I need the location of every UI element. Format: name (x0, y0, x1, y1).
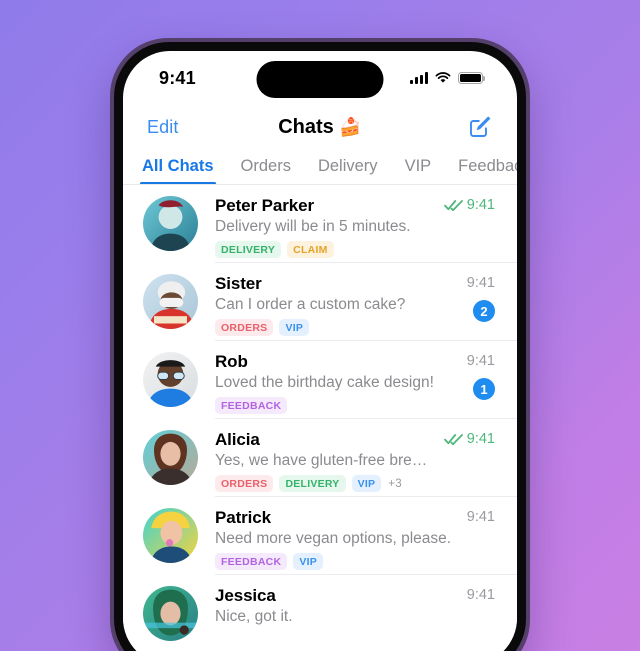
phone-bezel: 9:41 Edit Chats 🍰 All Chats Orders Deliv… (114, 42, 526, 651)
compose-button[interactable] (467, 114, 493, 140)
chat-tag: VIP (293, 553, 324, 570)
chat-row-meta: 9:41 (467, 508, 495, 525)
chat-timestamp: 9:41 (466, 509, 495, 525)
chat-row[interactable]: Jessica Nice, got it. 9:41 (123, 575, 517, 651)
chat-tag: FEEDBACK (215, 397, 288, 414)
chat-timestamp: 9:41 (466, 587, 495, 603)
chat-row-body: Jessica Nice, got it. (215, 586, 459, 627)
chat-row-body: Peter Parker Delivery will be in 5 minute… (215, 196, 436, 258)
chat-row-body: Sister Can I order a custom cake? ORDERS VI… (215, 274, 459, 336)
status-bar-indicators (409, 71, 486, 85)
chat-preview-message: Need more vegan options, please. (215, 530, 452, 547)
chat-status-line: 9:41 (467, 509, 495, 525)
double-check-icon (443, 199, 463, 211)
chat-row-meta: 9:41 1 (467, 352, 495, 400)
avatar (143, 196, 198, 251)
tab-all-chats[interactable]: All Chats (140, 157, 216, 185)
chat-preview-message: Nice, got it. (215, 608, 293, 625)
chat-status-line: 9:41 (443, 197, 495, 213)
chat-tag-list: FEEDBACK (215, 397, 459, 414)
chat-row-meta: 9:41 (467, 586, 495, 603)
chat-preview-message: Loved the birthday cake design! (215, 374, 434, 391)
avatar (143, 586, 198, 641)
chat-filter-tabs[interactable]: All ChatsOrdersDeliveryVIPFeedbackE (123, 151, 517, 185)
chat-list: Peter Parker Delivery will be in 5 minute… (123, 185, 517, 651)
avatar (143, 274, 198, 329)
unread-count-badge: 2 (473, 300, 495, 322)
chat-row-body: Alicia Yes, we have gluten-free bread ava… (215, 430, 436, 492)
compose-pencil-icon (470, 116, 491, 137)
chat-tag-list: ORDERS VIP (215, 319, 459, 336)
chat-tag: VIP (279, 319, 310, 336)
chat-row-body: Rob Loved the birthday cake design! FEEDBA… (215, 352, 459, 414)
chat-contact-name: Patrick (215, 508, 272, 527)
status-bar: 9:41 (123, 51, 517, 103)
chat-contact-name: Rob (215, 352, 248, 371)
unread-count-badge: 1 (473, 378, 495, 400)
chat-preview-message: Delivery will be in 5 minutes. (215, 218, 411, 235)
chat-tag: CLAIM (287, 241, 334, 258)
chat-row-meta: 9:41 (443, 196, 495, 213)
chat-tag-list: DELIVERY CLAIM (215, 241, 436, 258)
chat-tag-list: ORDERS DELIVERY VIP +3 (215, 475, 436, 492)
chat-timestamp: 9:41 (466, 431, 495, 447)
chat-row[interactable]: Patrick Need more vegan options, please. F… (123, 497, 517, 575)
chat-status-line: 9:41 (467, 353, 495, 369)
avatar (143, 508, 198, 563)
chat-row[interactable]: Alicia Yes, we have gluten-free bread ava… (123, 419, 517, 497)
chat-row-meta: 9:41 2 (467, 274, 495, 322)
double-check-icon (443, 433, 463, 445)
chat-contact-name: Sister (215, 274, 262, 293)
chat-tag-overflow: +3 (388, 477, 402, 490)
chat-contact-name: Peter Parker (215, 196, 314, 215)
wifi-icon (435, 72, 451, 84)
phone-device-frame: 9:41 Edit Chats 🍰 All Chats Orders Deliv… (110, 38, 530, 651)
chat-tag: ORDERS (215, 475, 274, 492)
status-bar-time: 9:41 (159, 67, 196, 88)
tab-orders[interactable]: Orders (240, 157, 292, 185)
chat-timestamp: 9:41 (466, 197, 495, 213)
chat-row-meta: 9:41 (443, 430, 495, 447)
tab-vip[interactable]: VIP (404, 157, 433, 185)
chat-tag: DELIVERY (215, 241, 282, 258)
chat-tag: VIP (351, 475, 382, 492)
chat-timestamp: 9:41 (466, 275, 495, 291)
chat-tag: ORDERS (215, 319, 274, 336)
chat-preview-message: Can I order a custom cake? (215, 296, 406, 313)
chat-contact-name: Alicia (215, 430, 260, 449)
chat-tag: FEEDBACK (215, 553, 288, 570)
chat-row[interactable]: Rob Loved the birthday cake design! FEEDBA… (123, 341, 517, 419)
avatar (143, 352, 198, 407)
chat-preview-message: Yes, we have gluten-free bread available… (215, 452, 436, 469)
page-title: Chats 🍰 (123, 116, 517, 139)
phone-screen: 9:41 Edit Chats 🍰 All Chats Orders Deliv… (123, 51, 517, 651)
chat-row-body: Patrick Need more vegan options, please. F… (215, 508, 459, 570)
chat-tag: DELIVERY (279, 475, 346, 492)
cake-emoji-icon: 🍰 (339, 116, 362, 137)
cellular-signal-icon (409, 72, 428, 85)
page-title-text: Chats (278, 115, 334, 138)
avatar (143, 430, 198, 485)
chat-row[interactable]: Sister Can I order a custom cake? ORDERS VI… (123, 263, 517, 341)
chat-tag-list: FEEDBACK VIP (215, 553, 459, 570)
chat-timestamp: 9:41 (466, 353, 495, 369)
chat-status-line: 9:41 (467, 275, 495, 291)
tab-delivery[interactable]: Delivery (317, 157, 379, 185)
chat-status-line: 9:41 (443, 431, 495, 447)
navigation-bar: Edit Chats 🍰 (123, 103, 517, 151)
edit-button[interactable]: Edit (147, 117, 178, 138)
chat-row[interactable]: Peter Parker Delivery will be in 5 minute… (123, 185, 517, 263)
chat-status-line: 9:41 (467, 587, 495, 603)
tab-feedback[interactable]: Feedback (457, 157, 517, 185)
dynamic-island (256, 61, 384, 98)
chat-contact-name: Jessica (215, 586, 276, 605)
battery-full-icon (458, 71, 486, 85)
